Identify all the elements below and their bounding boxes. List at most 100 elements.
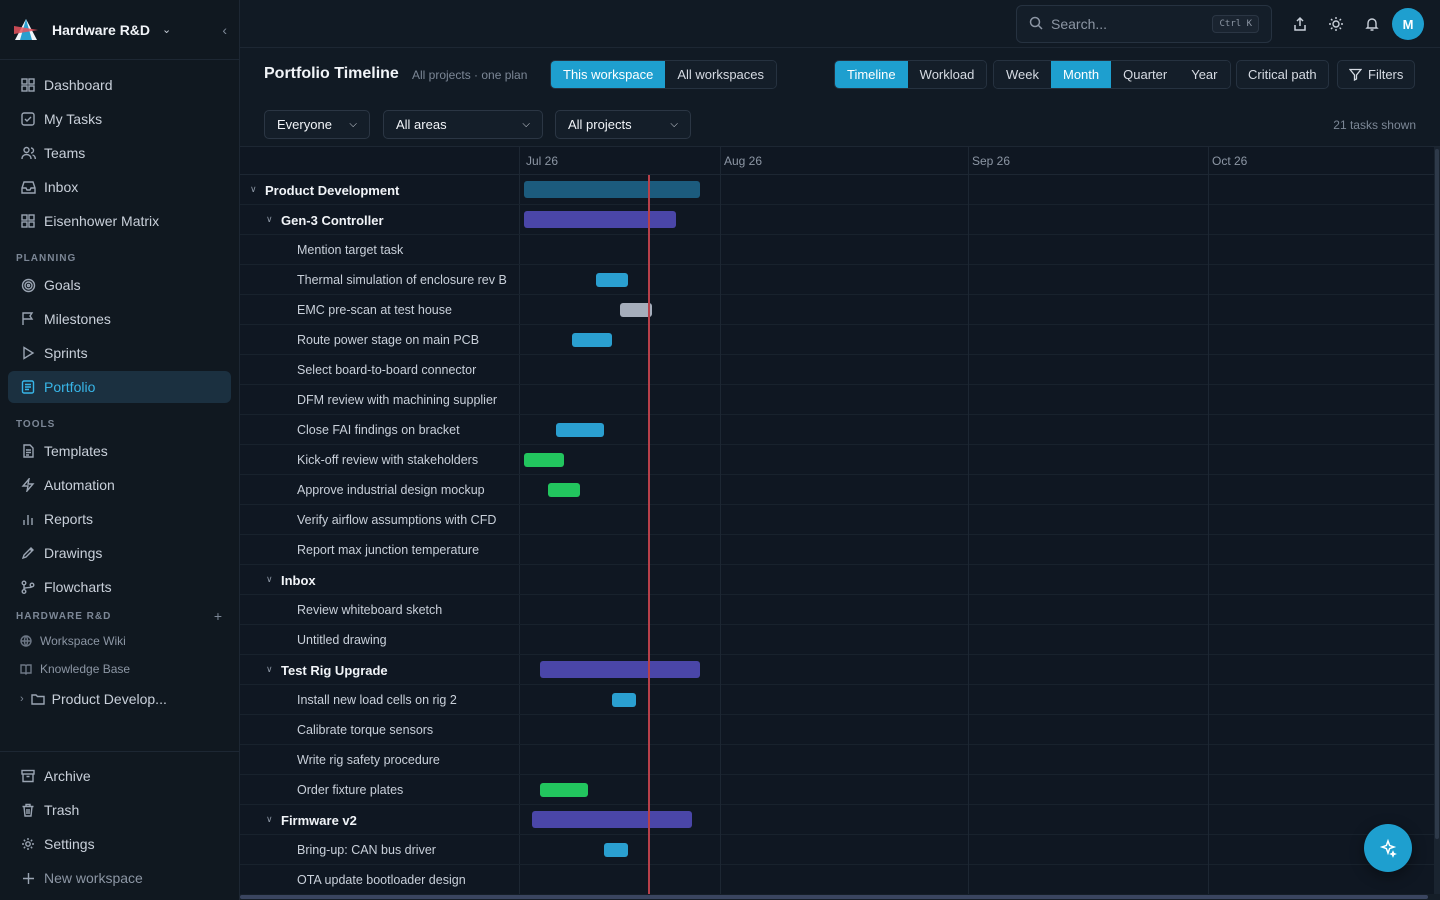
task-bar[interactable] xyxy=(612,693,636,707)
sidebar-item-my-tasks[interactable]: My Tasks xyxy=(8,103,231,135)
task-bar[interactable] xyxy=(548,483,580,497)
zoom-year[interactable]: Year xyxy=(1179,61,1230,88)
collapse-sidebar-icon[interactable]: ‹ xyxy=(222,22,227,38)
tab-workload[interactable]: Workload xyxy=(907,61,987,88)
task-row[interactable]: Verify airflow assumptions with CFD xyxy=(240,505,1434,535)
sidebar-item-settings[interactable]: Settings xyxy=(8,828,232,860)
task-row[interactable]: Select board-to-board connector xyxy=(240,355,1434,385)
chevron-down-icon[interactable]: ∨ xyxy=(266,814,273,825)
scope-this-workspace[interactable]: This workspace xyxy=(551,61,666,88)
people-select[interactable]: Everyone ⌵ xyxy=(264,110,370,139)
sidebar-item-reports[interactable]: Reports xyxy=(8,503,231,535)
folder-icon xyxy=(30,691,46,707)
task-row[interactable]: Untitled drawing xyxy=(240,625,1434,655)
task-bar[interactable] xyxy=(524,453,564,467)
bell-icon[interactable] xyxy=(1362,14,1382,34)
zoom-month[interactable]: Month xyxy=(1051,61,1112,88)
add-page-icon[interactable]: + xyxy=(214,608,223,624)
zoom-quarter[interactable]: Quarter xyxy=(1111,61,1180,88)
group-row[interactable]: ∨ Firmware v2 xyxy=(240,805,1434,835)
chevron-down-icon[interactable]: ⌄ xyxy=(162,23,171,36)
task-row[interactable]: Close FAI findings on bracket xyxy=(240,415,1434,445)
scope-all-workspaces[interactable]: All workspaces xyxy=(665,61,777,88)
task-label: Bring-up: CAN bus driver xyxy=(297,843,436,857)
group-row[interactable]: ∨ Inbox xyxy=(240,565,1434,595)
vertical-scrollbar[interactable] xyxy=(1434,147,1440,894)
projects-select[interactable]: All projects ⌵ xyxy=(555,110,691,139)
zoom-week[interactable]: Week xyxy=(994,61,1051,88)
task-row[interactable]: Review whiteboard sketch xyxy=(240,595,1434,625)
tab-timeline[interactable]: Timeline xyxy=(835,61,908,88)
section-label: PLANNING xyxy=(16,252,77,264)
task-row[interactable]: Write rig safety procedure xyxy=(240,745,1434,775)
group-bar[interactable] xyxy=(524,211,676,228)
chevron-down-icon[interactable]: ∨ xyxy=(266,664,273,675)
task-row[interactable]: EMC pre-scan at test house xyxy=(240,295,1434,325)
chevron-down-icon[interactable]: ∨ xyxy=(266,574,273,585)
task-row[interactable]: DFM review with machining supplier xyxy=(240,385,1434,415)
task-label: Verify airflow assumptions with CFD xyxy=(297,513,497,527)
group-row[interactable]: ∨ Product Development xyxy=(240,175,1434,205)
filters-button[interactable]: Filters xyxy=(1337,60,1416,89)
avatar[interactable]: M xyxy=(1392,8,1424,40)
sidebar-item-inbox[interactable]: Inbox xyxy=(8,171,231,203)
sidebar-item-sprints[interactable]: Sprints xyxy=(8,337,231,369)
task-row[interactable]: Kick-off review with stakeholders xyxy=(240,445,1434,475)
critical-path-button[interactable]: Critical path xyxy=(1236,60,1329,89)
theme-toggle-icon[interactable] xyxy=(1326,14,1346,34)
task-row[interactable]: Report max junction temperature xyxy=(240,535,1434,565)
task-row[interactable]: Thermal simulation of enclosure rev B xyxy=(240,265,1434,295)
chevron-down-icon[interactable]: ∨ xyxy=(250,184,257,195)
ai-assistant-button[interactable] xyxy=(1364,824,1412,872)
task-row[interactable]: Calibrate torque sensors xyxy=(240,715,1434,745)
archive-icon xyxy=(20,768,36,784)
sidebar-item-templates[interactable]: Templates xyxy=(8,435,231,467)
sidebar-item-milestones[interactable]: Milestones xyxy=(8,303,231,335)
group-bar[interactable] xyxy=(524,181,700,198)
task-bar[interactable] xyxy=(604,843,628,857)
task-row[interactable]: Bring-up: CAN bus driver xyxy=(240,835,1434,865)
task-bar[interactable] xyxy=(556,423,604,437)
task-label: Report max junction temperature xyxy=(297,543,480,557)
sidebar-item-new-workspace[interactable]: New workspace xyxy=(8,862,232,894)
horizontal-scrollbar[interactable] xyxy=(240,894,1440,900)
wiki-item-knowledge-base[interactable]: Knowledge Base xyxy=(8,655,231,683)
task-bar[interactable] xyxy=(572,333,612,347)
zoom-toggle: Week Month Quarter Year xyxy=(993,60,1231,89)
task-row[interactable]: Install new load cells on rig 2 xyxy=(240,685,1434,715)
sidebar-item-automation[interactable]: Automation xyxy=(8,469,231,501)
search-box[interactable]: Ctrl K xyxy=(1016,5,1272,43)
task-bar[interactable] xyxy=(596,273,628,287)
task-row[interactable]: Mention target task xyxy=(240,235,1434,265)
chevron-down-icon[interactable]: ∨ xyxy=(266,214,273,225)
task-row[interactable]: Route power stage on main PCB xyxy=(240,325,1434,355)
sidebar-item-eisenhower-matrix[interactable]: Eisenhower Matrix xyxy=(8,205,231,237)
sidebar-item-teams[interactable]: Teams xyxy=(8,137,231,169)
group-bar[interactable] xyxy=(532,811,692,828)
task-label: Kick-off review with stakeholders xyxy=(297,453,479,467)
sidebar-item-portfolio[interactable]: Portfolio xyxy=(8,371,231,403)
task-row[interactable]: Approve industrial design mockup xyxy=(240,475,1434,505)
task-row[interactable]: Order fixture plates xyxy=(240,775,1434,805)
group-row[interactable]: ∨ Test Rig Upgrade xyxy=(240,655,1434,685)
group-label: Inbox xyxy=(281,573,316,588)
task-row[interactable]: OTA update bootloader design xyxy=(240,865,1434,894)
sidebar-item-goals[interactable]: Goals xyxy=(8,269,231,301)
sidebar-item-archive[interactable]: Archive xyxy=(8,760,232,792)
search-input[interactable] xyxy=(1051,16,1201,32)
folder-product-development[interactable]: › Product Develop... xyxy=(8,683,231,715)
task-label: Untitled drawing xyxy=(297,633,387,647)
chevron-down-icon: ⌵ xyxy=(349,119,357,130)
wiki-item-label: Workspace Wiki xyxy=(40,634,126,648)
sidebar-item-flowcharts[interactable]: Flowcharts xyxy=(8,571,231,603)
sidebar-item-drawings[interactable]: Drawings xyxy=(8,537,231,569)
wiki-item-workspace-wiki[interactable]: Workspace Wiki xyxy=(8,627,231,655)
sidebar-item-trash[interactable]: Trash xyxy=(8,794,232,826)
group-row[interactable]: ∨ Gen-3 Controller xyxy=(240,205,1434,235)
task-bar[interactable] xyxy=(540,783,588,797)
group-bar[interactable] xyxy=(540,661,700,678)
sidebar-item-dashboard[interactable]: Dashboard xyxy=(8,69,231,101)
share-icon[interactable] xyxy=(1290,14,1310,34)
workspace-switcher[interactable]: Hardware R&D ⌄ ‹ xyxy=(0,0,239,60)
areas-select[interactable]: All areas ⌵ xyxy=(383,110,543,139)
